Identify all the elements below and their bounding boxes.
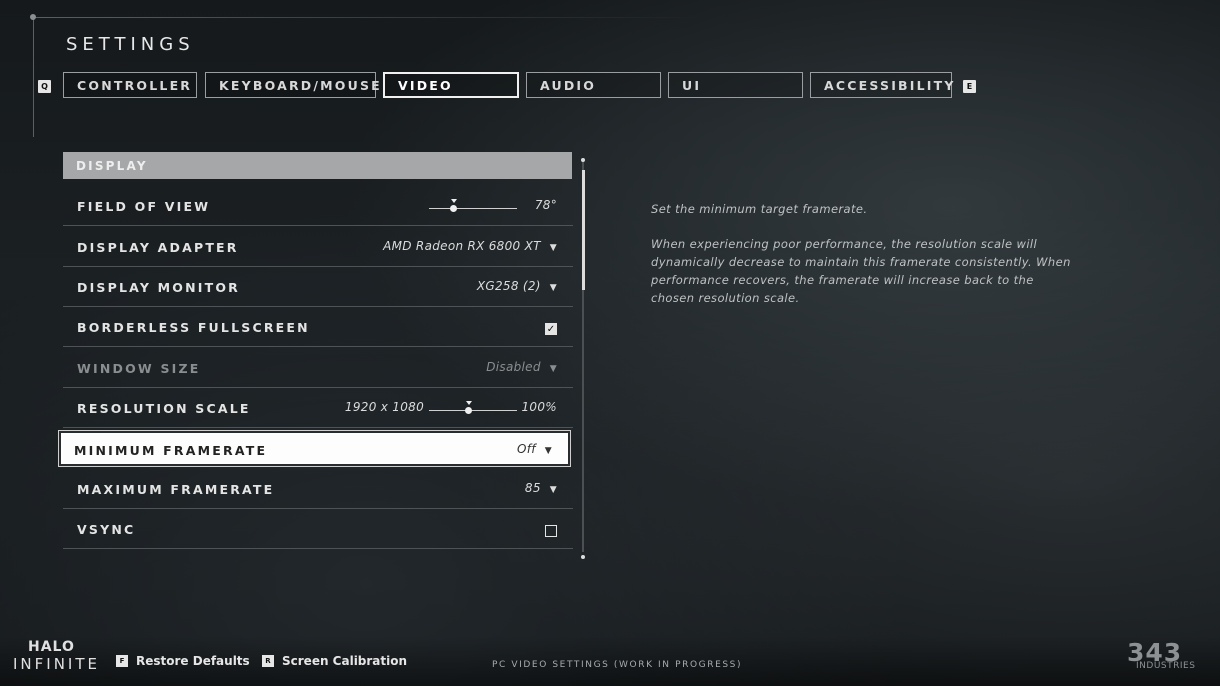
setting-value: 78° (534, 198, 557, 212)
setting-value-wrap[interactable]: 85 ▼ (525, 481, 557, 495)
description-line: When experiencing poor performance, the … (651, 237, 1038, 251)
setting-row-display-monitor[interactable]: DISPLAY MONITOR XG258 (2) ▼ (63, 267, 573, 307)
section-header-display: DISPLAY (63, 152, 572, 179)
setting-value-wrap: Disabled ▼ (486, 360, 557, 374)
decorative-top-line (33, 17, 703, 18)
setting-row-vsync[interactable]: VSYNC (63, 509, 573, 549)
setting-value: 85 (524, 481, 541, 495)
tab-next-key[interactable]: E (963, 80, 976, 93)
description-summary: Set the minimum target framerate. (651, 202, 868, 216)
setting-row-borderless-fullscreen[interactable]: BORDERLESS FULLSCREEN ✓ (63, 307, 573, 347)
setting-value: 100% (521, 400, 557, 414)
decorative-dot (30, 14, 36, 20)
setting-row-field-of-view[interactable]: FIELD OF VIEW 78° (63, 186, 573, 226)
resolution-slider-track[interactable] (429, 410, 517, 411)
scroll-up-indicator (581, 158, 585, 162)
chevron-down-icon: ▼ (549, 364, 557, 374)
fov-slider-marker (450, 199, 457, 203)
setting-label: WINDOW SIZE (77, 361, 201, 376)
setting-value: Disabled (486, 360, 541, 374)
setting-value: Off (516, 442, 536, 456)
checkbox-borderless[interactable]: ✓ (545, 323, 557, 335)
halo-logo: HALO (28, 639, 75, 655)
tab-controller[interactable]: CONTROLLER (63, 72, 197, 98)
chevron-down-icon: ▼ (544, 446, 552, 456)
setting-label: RESOLUTION SCALE (77, 401, 251, 416)
key-hint: R (262, 655, 274, 667)
checkmark-icon: ✓ (546, 323, 556, 335)
chevron-down-icon: ▼ (549, 243, 557, 253)
restore-defaults-label: Restore Defaults (136, 654, 250, 668)
setting-label: DISPLAY ADAPTER (77, 240, 239, 255)
setting-label: BORDERLESS FULLSCREEN (77, 320, 310, 335)
description-line: dynamically decrease to maintain this fr… (651, 255, 1071, 269)
description-paragraph: When experiencing poor performance, the … (651, 235, 1111, 307)
scroll-down-indicator (581, 555, 585, 559)
setting-value: AMD Radeon RX 6800 XT (383, 239, 541, 253)
setting-row-minimum-framerate[interactable]: MINIMUM FRAMERATE Off ▼ (61, 433, 568, 464)
industries-logo: INDUSTRIES (1136, 661, 1196, 671)
scrollbar-thumb[interactable] (582, 170, 585, 290)
setting-value-wrap[interactable]: XG258 (2) ▼ (477, 279, 557, 293)
setting-label: FIELD OF VIEW (77, 199, 211, 214)
screen-calibration-label: Screen Calibration (282, 654, 408, 668)
tab-keyboard-mouse[interactable]: KEYBOARD/MOUSE (205, 72, 380, 98)
tab-accessibility[interactable]: ACCESSIBILITY (810, 72, 953, 98)
tab-prev-key[interactable]: Q (38, 80, 51, 93)
setting-label: DISPLAY MONITOR (77, 280, 240, 295)
infinite-logo: INFINITE (13, 655, 100, 673)
tab-audio[interactable]: AUDIO (526, 72, 661, 98)
description-line: chosen resolution scale. (651, 291, 800, 305)
setting-value: XG258 (2) (476, 279, 541, 293)
fov-slider-track[interactable] (429, 208, 517, 209)
setting-row-maximum-framerate[interactable]: MAXIMUM FRAMERATE 85 ▼ (63, 469, 573, 509)
setting-label: MINIMUM FRAMERATE (74, 443, 268, 458)
chevron-down-icon: ▼ (549, 283, 557, 293)
description-line: performance recovers, the framerate will… (651, 273, 1034, 287)
setting-row-resolution-scale[interactable]: RESOLUTION SCALE 1920 x 1080 100% (63, 388, 573, 428)
page-title: SETTINGS (66, 34, 195, 55)
setting-value-wrap[interactable]: Off ▼ (517, 442, 552, 456)
resolution-slider-thumb[interactable] (465, 407, 473, 414)
footer-build-note: PC VIDEO SETTINGS (WORK IN PROGRESS) (492, 660, 743, 670)
screen-calibration-button[interactable]: R Screen Calibration (262, 654, 407, 668)
checkbox-vsync[interactable] (545, 525, 557, 537)
resolution-value: 1920 x 1080 (344, 400, 424, 414)
fov-slider-thumb[interactable] (450, 205, 458, 212)
resolution-slider-marker (465, 401, 472, 405)
setting-row-window-size: WINDOW SIZE Disabled ▼ (63, 348, 573, 388)
chevron-down-icon: ▼ (549, 485, 557, 495)
setting-label: VSYNC (77, 522, 136, 537)
tab-video[interactable]: VIDEO (383, 72, 519, 98)
setting-label: MAXIMUM FRAMERATE (77, 482, 275, 497)
setting-value-wrap[interactable]: AMD Radeon RX 6800 XT ▼ (383, 239, 557, 253)
key-hint: F (116, 655, 128, 667)
tab-ui[interactable]: UI (668, 72, 803, 98)
decorative-side-line (33, 17, 34, 137)
restore-defaults-button[interactable]: F Restore Defaults (116, 654, 250, 668)
setting-row-display-adapter[interactable]: DISPLAY ADAPTER AMD Radeon RX 6800 XT ▼ (63, 227, 573, 267)
